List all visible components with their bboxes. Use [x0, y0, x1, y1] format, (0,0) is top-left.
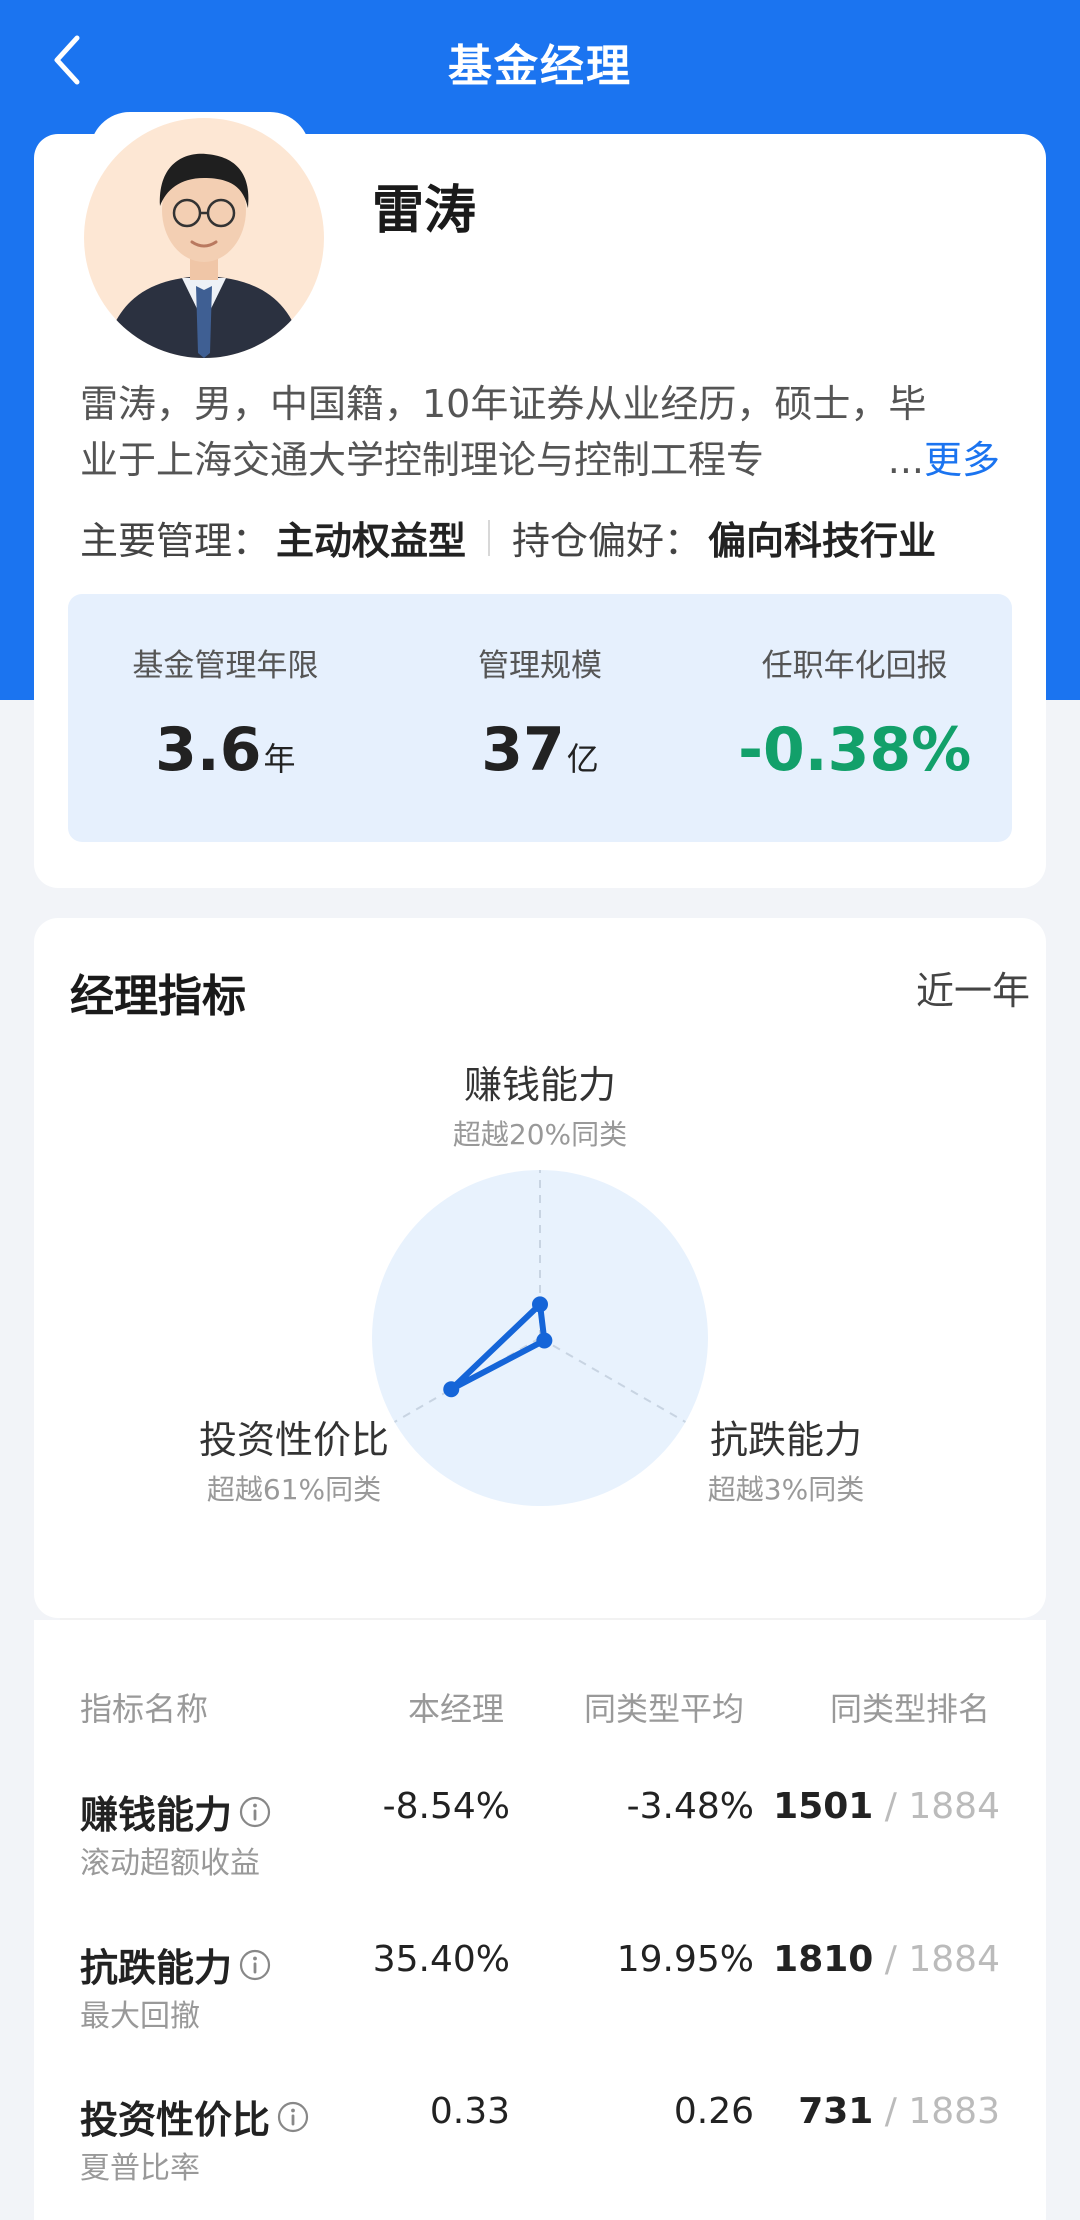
table-cell-mine: 0.33	[429, 2091, 510, 2132]
table-row-subtitle: 夏普比率	[80, 2151, 200, 2186]
table-cell-rank: 1501 / 1884	[773, 1786, 1000, 1827]
bio-line-2: 业于上海交通大学控制理论与控制工程专	[80, 438, 765, 482]
page-title: 基金经理	[448, 41, 632, 92]
bio-line-1: 雷涛，男，中国籍，10年证券从业经历，硕士，毕	[80, 382, 927, 426]
main-manage-value: 主动权益型	[276, 519, 467, 563]
radar-axis-sub: 超越61%同类	[207, 1473, 381, 1506]
table-cell-mine: -8.54%	[382, 1786, 510, 1827]
info-icon[interactable]	[238, 1948, 272, 1982]
stat-label: 基金管理年限	[132, 648, 319, 684]
manager-name: 雷涛	[372, 181, 477, 241]
radar-point	[536, 1332, 553, 1349]
radar-chart: 赚钱能力 超越20%同类 抗跌能力 超越3%同类 投资性价比 超越61%同类	[199, 1063, 864, 1506]
table-cell-rank: 731 / 1883	[798, 2091, 1000, 2132]
stat-value: -0.38%	[738, 715, 972, 785]
preference-value: 偏向科技行业	[708, 519, 937, 563]
stat-label: 管理规模	[478, 648, 602, 684]
main-manage-label: 主要管理：	[80, 519, 271, 563]
table-cell-mine: 35.40%	[372, 1939, 510, 1980]
stat-value: 3.6年	[155, 715, 296, 785]
radar-axis-name: 抗跌能力	[710, 1418, 862, 1462]
col-header-name: 指标名称	[80, 1690, 209, 1728]
stat-annual-return: 任职年化回报 -0.38%	[697, 594, 1012, 842]
col-header-mine: 本经理	[408, 1690, 505, 1728]
radar-axis-sub: 超越20%同类	[453, 1118, 627, 1151]
preference-label: 持仓偏好：	[512, 519, 703, 563]
table-cell-avg: 19.95%	[616, 1939, 754, 1980]
more-link[interactable]: 更多	[924, 432, 1000, 488]
radar-label-left: 投资性价比 超越61%同类	[199, 1418, 389, 1506]
stat-label: 任职年化回报	[761, 648, 948, 684]
radar-point	[443, 1381, 460, 1398]
tag-divider	[488, 519, 491, 556]
info-icon[interactable]	[238, 1795, 272, 1829]
table-row-name: 抗跌能力	[80, 1937, 272, 1992]
indicators-card: 经理指标 近一年 赚钱能力 超越20%同类 抗跌能力 超越3%同类 投资性价比 …	[34, 918, 1046, 1618]
table-row-subtitle: 最大回撤	[80, 1999, 200, 2034]
col-header-avg: 同类型平均	[584, 1690, 745, 1728]
info-icon[interactable]	[276, 2100, 310, 2134]
table-row-subtitle: 滚动超额收益	[80, 1846, 260, 1881]
avatar	[84, 118, 324, 358]
divider	[60, 1618, 1020, 1620]
header: 基金经理	[0, 0, 1080, 120]
radar-axis-name: 赚钱能力	[464, 1063, 616, 1107]
stats-panel: 基金管理年限 3.6年 管理规模 37亿 任职年化回报 -0.38%	[68, 594, 1012, 842]
stat-value: 37亿	[481, 715, 599, 785]
radar-axis-name: 投资性价比	[199, 1418, 389, 1462]
stat-aum: 管理规模 37亿	[383, 594, 698, 842]
radar-axis-sub: 超越3%同类	[708, 1473, 864, 1506]
radar-point	[532, 1296, 548, 1313]
table-cell-rank: 1810 / 1884	[773, 1939, 1000, 1980]
manager-tags: 主要管理： 主动权益型 持仓偏好： 偏向科技行业	[80, 510, 936, 565]
col-header-rank: 同类型排名	[830, 1690, 991, 1728]
table-row-name: 赚钱能力	[80, 1784, 272, 1839]
bio-ellipsis: ...	[887, 438, 924, 482]
manager-bio: 雷涛，男，中国籍，10年证券从业经历，硕士，毕 业于上海交通大学控制理论与控制工…	[80, 376, 1000, 488]
radar-label-right: 抗跌能力 超越3%同类	[708, 1418, 864, 1506]
table-cell-avg: -3.48%	[626, 1786, 754, 1827]
table-cell-avg: 0.26	[673, 2091, 754, 2132]
radar-label-top: 赚钱能力 超越20%同类	[453, 1063, 627, 1151]
stat-tenure: 基金管理年限 3.6年	[68, 594, 383, 842]
table-row-name: 投资性价比	[80, 2089, 310, 2144]
